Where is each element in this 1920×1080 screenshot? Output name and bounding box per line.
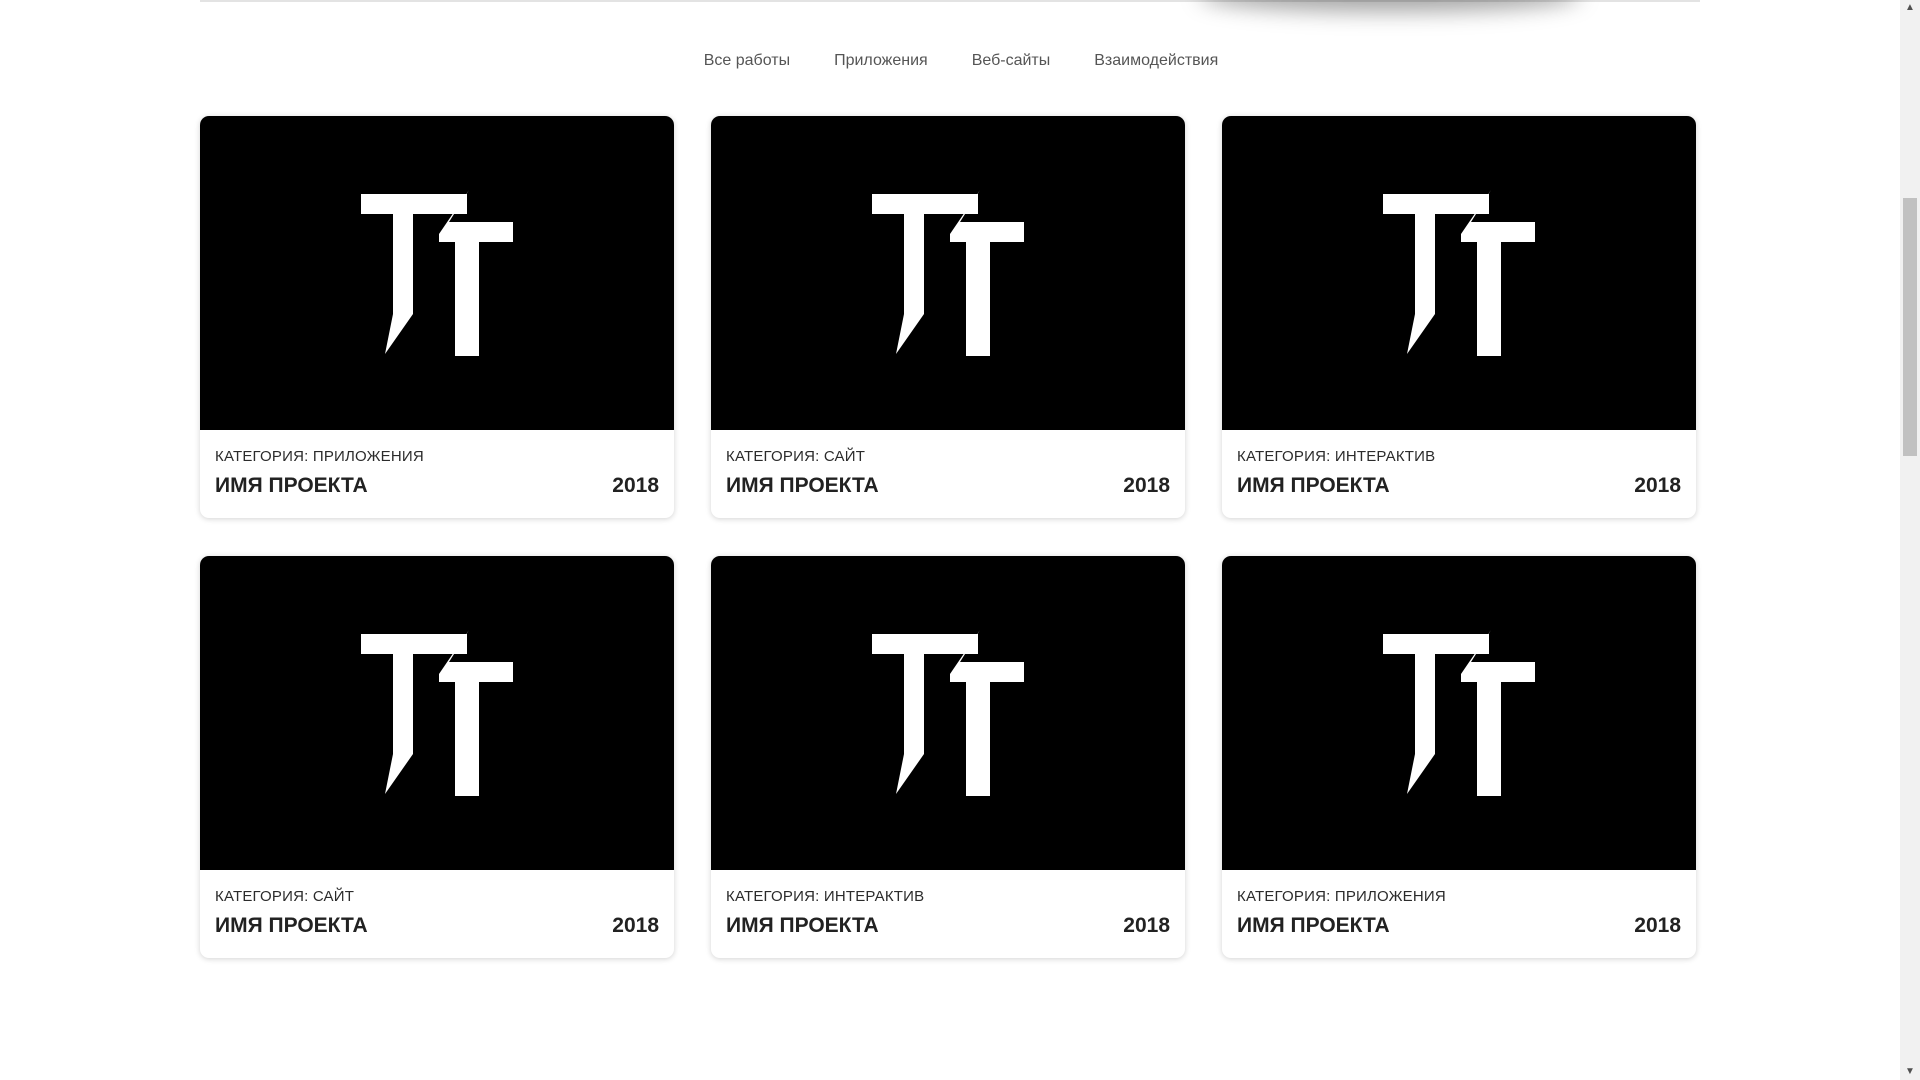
portfolio-page: Все работы Приложения Веб-сайты Взаимоде…: [0, 0, 1920, 1080]
project-year: 2018: [612, 474, 659, 497]
project-year: 2018: [1123, 474, 1170, 497]
project-name: ИМЯ ПРОЕКТА: [215, 914, 368, 937]
filter-apps[interactable]: Приложения: [834, 52, 928, 70]
portfolio-filter-nav: Все работы Приложения Веб-сайты Взаимоде…: [0, 52, 1900, 70]
project-name: ИМЯ ПРОЕКТА: [1237, 474, 1390, 497]
project-info: КАТЕГОРИЯ: САЙТ ИМЯ ПРОЕКТА 2018: [711, 430, 1185, 498]
project-thumbnail: [200, 556, 674, 870]
header-divider: [200, 0, 1700, 2]
project-grid: КАТЕГОРИЯ: ПРИЛОЖЕНИЯ ИМЯ ПРОЕКТА 2018 К…: [200, 116, 1696, 958]
project-thumbnail: [1222, 116, 1696, 430]
project-info: КАТЕГОРИЯ: ПРИЛОЖЕНИЯ ИМЯ ПРОЕКТА 2018: [1222, 870, 1696, 938]
project-name: ИМЯ ПРОЕКТА: [215, 474, 368, 497]
scrollbar-thumb[interactable]: [1903, 198, 1917, 456]
project-category: КАТЕГОРИЯ: ПРИЛОЖЕНИЯ: [1237, 888, 1446, 905]
filter-all-works[interactable]: Все работы: [704, 52, 790, 70]
project-year: 2018: [612, 914, 659, 937]
tt-logo-icon: [1383, 630, 1535, 796]
project-category: КАТЕГОРИЯ: САЙТ: [726, 448, 866, 465]
project-thumbnail: [1222, 556, 1696, 870]
project-info: КАТЕГОРИЯ: САЙТ ИМЯ ПРОЕКТА 2018: [200, 870, 674, 938]
project-name: ИМЯ ПРОЕКТА: [1237, 914, 1390, 937]
project-thumbnail: [711, 116, 1185, 430]
project-card[interactable]: КАТЕГОРИЯ: ИНТЕРАКТИВ ИМЯ ПРОЕКТА 2018: [711, 556, 1185, 958]
tt-logo-icon: [1383, 190, 1535, 356]
project-year: 2018: [1123, 914, 1170, 937]
project-thumbnail: [711, 556, 1185, 870]
tt-logo-icon: [361, 190, 513, 356]
project-name: ИМЯ ПРОЕКТА: [726, 474, 879, 497]
project-info: КАТЕГОРИЯ: ИНТЕРАКТИВ ИМЯ ПРОЕКТА 2018: [711, 870, 1185, 938]
project-card[interactable]: КАТЕГОРИЯ: ИНТЕРАКТИВ ИМЯ ПРОЕКТА 2018: [1222, 116, 1696, 518]
vertical-scrollbar[interactable]: ▲ ▼: [1900, 0, 1920, 1080]
project-card[interactable]: КАТЕГОРИЯ: ПРИЛОЖЕНИЯ ИМЯ ПРОЕКТА 2018: [200, 116, 674, 518]
project-year: 2018: [1634, 474, 1681, 497]
project-card[interactable]: КАТЕГОРИЯ: САЙТ ИМЯ ПРОЕКТА 2018: [200, 556, 674, 958]
scroll-up-arrow-icon[interactable]: ▲: [1900, 0, 1920, 16]
filter-websites[interactable]: Веб-сайты: [972, 52, 1051, 70]
project-card[interactable]: КАТЕГОРИЯ: САЙТ ИМЯ ПРОЕКТА 2018: [711, 116, 1185, 518]
project-info: КАТЕГОРИЯ: ИНТЕРАКТИВ ИМЯ ПРОЕКТА 2018: [1222, 430, 1696, 498]
project-card[interactable]: КАТЕГОРИЯ: ПРИЛОЖЕНИЯ ИМЯ ПРОЕКТА 2018: [1222, 556, 1696, 958]
tt-logo-icon: [872, 630, 1024, 796]
project-category: КАТЕГОРИЯ: ИНТЕРАКТИВ: [1237, 448, 1436, 465]
project-year: 2018: [1634, 914, 1681, 937]
tt-logo-icon: [872, 190, 1024, 356]
project-thumbnail: [200, 116, 674, 430]
filter-interactions[interactable]: Взаимодействия: [1094, 52, 1218, 70]
scroll-down-arrow-icon[interactable]: ▼: [1900, 1064, 1920, 1080]
tt-logo-icon: [361, 630, 513, 796]
project-category: КАТЕГОРИЯ: ИНТЕРАКТИВ: [726, 888, 925, 905]
project-category: КАТЕГОРИЯ: ПРИЛОЖЕНИЯ: [215, 448, 424, 465]
project-name: ИМЯ ПРОЕКТА: [726, 914, 879, 937]
project-info: КАТЕГОРИЯ: ПРИЛОЖЕНИЯ ИМЯ ПРОЕКТА 2018: [200, 430, 674, 498]
project-category: КАТЕГОРИЯ: САЙТ: [215, 888, 355, 905]
